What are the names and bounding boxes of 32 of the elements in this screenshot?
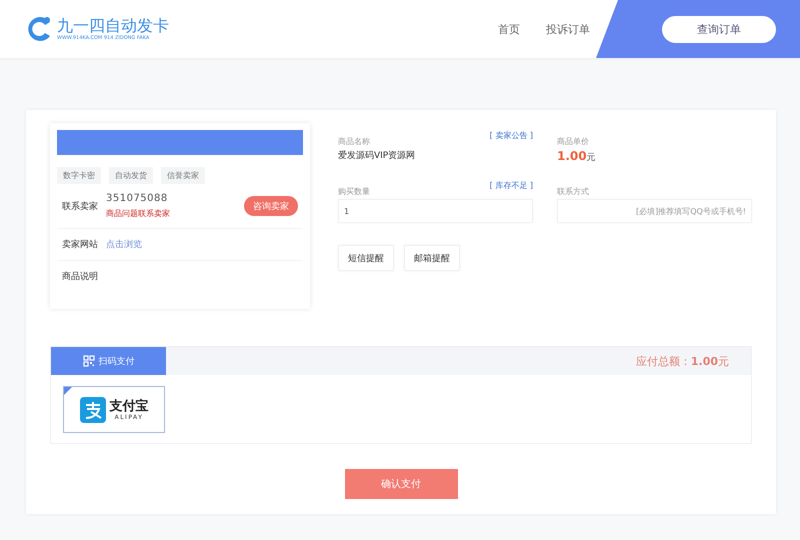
product-name: 爱发源码VIP资源网: [338, 150, 416, 162]
announcement-link[interactable]: [ 卖家公告 ]: [490, 130, 533, 141]
query-order-button[interactable]: 查询订单: [662, 16, 776, 42]
reminder-button[interactable]: 短信提醒: [338, 245, 394, 271]
scan-pay-tab[interactable]: 扫码支付: [51, 347, 166, 375]
seller-website-label: 卖家网站: [62, 238, 98, 251]
price-unit: 元: [586, 152, 596, 164]
total-amount: 应付总额：1.00元: [636, 354, 729, 368]
description-label: 商品说明: [62, 270, 98, 283]
price-value: 1.00: [557, 149, 587, 163]
tag: 信誉卖家: [161, 167, 205, 184]
seller-qq: 351075088: [106, 193, 169, 204]
alipay-icon: [80, 396, 106, 422]
qr-code-icon: [82, 355, 94, 367]
product-name-label: 商品名称: [338, 136, 370, 147]
logo-title: 九一四自动发卡: [57, 16, 169, 34]
contact-seller-label: 联系卖家: [62, 200, 98, 212]
contact-field[interactable]: [必填]推荐填写QQ号或手机号!: [557, 199, 752, 223]
consult-seller-button[interactable]: 咨询卖家: [244, 196, 298, 216]
quantity-field[interactable]: 1: [338, 199, 533, 223]
stock-link[interactable]: [ 库存不足 ]: [490, 180, 533, 191]
alipay-name: 支付宝: [110, 398, 148, 414]
contact-method-label: 联系方式: [557, 186, 590, 197]
tag: 数字卡密: [57, 167, 101, 184]
nav-link[interactable]: 首页: [498, 22, 520, 36]
contact-note: 商品问题联系卖家: [106, 208, 170, 219]
quantity-label: 购买数量: [338, 186, 370, 197]
unit-price-label: 商品单价: [557, 136, 590, 147]
nav-link[interactable]: 投诉订单: [546, 22, 590, 36]
tag: 自动发货: [109, 167, 153, 184]
reminder-button[interactable]: 邮箱提醒: [404, 245, 460, 271]
browse-link[interactable]: 点击浏览: [106, 238, 142, 251]
